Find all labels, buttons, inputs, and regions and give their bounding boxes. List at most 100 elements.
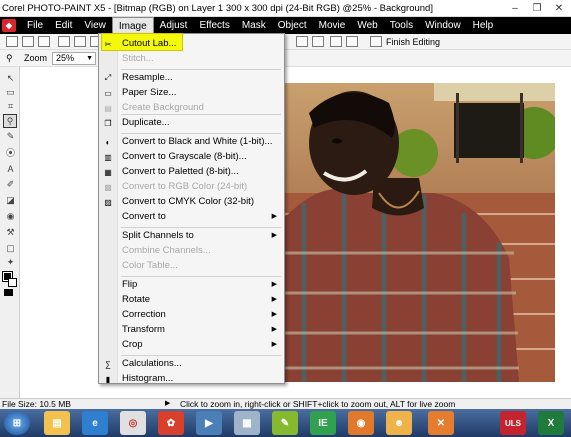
menu-item-resample[interactable]: ⤢ Resample... — [99, 71, 284, 85]
file-explorer-icon[interactable]: ▤ — [44, 411, 70, 435]
menu-edit[interactable]: Edit — [49, 17, 78, 34]
menu-separator — [121, 69, 281, 70]
fill-color-swatch[interactable] — [4, 289, 13, 296]
status-hint: Click to zoom in, right-click or SHIFT+c… — [180, 399, 456, 409]
new-icon[interactable] — [6, 36, 18, 47]
import-icon[interactable] — [330, 36, 342, 47]
close-button[interactable]: ✕ — [549, 1, 569, 15]
create-background-icon: ▤ — [104, 103, 112, 113]
rgb-icon: ▩ — [104, 182, 112, 192]
menu-item-label: Convert to CMYK Color (32-bit) — [122, 196, 254, 207]
rectangle-mask-icon[interactable]: ▭ — [5, 87, 16, 98]
menu-item-split-channels-to[interactable]: Split Channels to ▶ — [99, 229, 284, 243]
menu-view[interactable]: View — [78, 17, 112, 34]
menu-item-transform[interactable]: Transform ▶ — [99, 323, 284, 337]
toolbox: ↖ ▭ ⌗ ⚲ ✎ ⦿ A ✐ ◪ ◉ ⚒ ▢ ✦ — [0, 67, 20, 398]
menu-image[interactable]: Image — [111, 17, 154, 34]
menu-item-convert-to[interactable]: Convert to ▶ — [99, 210, 284, 224]
menu-tools[interactable]: Tools — [384, 17, 419, 34]
maximize-button[interactable]: ❐ — [527, 1, 547, 15]
menu-item-duplicate[interactable]: ❐ Duplicate... — [99, 116, 284, 130]
mask-icon[interactable] — [312, 36, 324, 47]
eyedropper-icon[interactable]: ✎ — [5, 131, 16, 142]
effect-tool-icon[interactable]: ◪ — [5, 195, 16, 206]
menu-item-combine-channels: Combine Channels... — [99, 244, 284, 258]
menu-item-paper-size[interactable]: ▭ Paper Size... — [99, 86, 284, 100]
save-icon[interactable] — [38, 36, 50, 47]
menu-web[interactable]: Web — [351, 17, 383, 34]
menu-item-label: Split Channels to — [122, 230, 194, 241]
ide-icon[interactable]: IE — [310, 411, 336, 435]
menu-mask[interactable]: Mask — [236, 17, 272, 34]
menu-item-color-table: Color Table... — [99, 259, 284, 273]
crop-tool-icon[interactable]: ⌗ — [5, 101, 16, 112]
paint-tool-icon[interactable]: ✐ — [5, 179, 16, 190]
canvas-photo[interactable] — [284, 83, 555, 382]
menu-item-correction[interactable]: Correction ▶ — [99, 308, 284, 322]
print-icon[interactable] — [74, 36, 86, 47]
zoom-tool-button[interactable]: ⚲ — [3, 114, 17, 128]
grayscale-icon: ▥ — [104, 152, 112, 162]
menu-file[interactable]: File — [21, 17, 49, 34]
internet-explorer-icon[interactable]: e — [82, 411, 108, 435]
brush-tool-icon[interactable]: ⚒ — [5, 227, 16, 238]
pick-tool-icon[interactable]: ↖ — [5, 73, 16, 84]
menu-item-convert-to-paletted-8-bit[interactable]: ▦ Convert to Paletted (8-bit)... — [99, 165, 284, 179]
user-app-icon[interactable]: ☻ — [386, 411, 412, 435]
submenu-arrow-icon: ▶ — [271, 311, 277, 318]
menu-item-convert-to-black-and-white-1-bit[interactable]: ◐ Convert to Black and White (1-bit)... — [99, 135, 284, 149]
menu-adjust[interactable]: Adjust — [154, 17, 194, 34]
menu-separator — [121, 114, 281, 115]
menu-help[interactable]: Help — [467, 17, 500, 34]
corel-logo-icon[interactable]: ◆ — [2, 19, 16, 32]
minimize-button[interactable]: – — [505, 1, 525, 15]
menu-item-convert-to-grayscale-8-bit[interactable]: ▥ Convert to Grayscale (8-bit)... — [99, 150, 284, 164]
menu-item-rotate[interactable]: Rotate ▶ — [99, 293, 284, 307]
menu-item-histogram[interactable]: ▮ Histogram... — [99, 372, 284, 386]
scan-icon[interactable] — [58, 36, 70, 47]
menu-item-label: Flip — [122, 279, 138, 290]
histogram-icon: ▮ — [105, 374, 111, 384]
menu-window[interactable]: Window — [419, 17, 467, 34]
menu-item-label: Resample... — [122, 72, 173, 83]
submenu-arrow-icon: ▶ — [271, 213, 277, 220]
status-arrow-icon[interactable]: ▶ — [165, 399, 170, 409]
menu-item-convert-to-cmyk-color-32-bit[interactable]: ▨ Convert to CMYK Color (32-bit) — [99, 195, 284, 209]
zoom-select[interactable]: 25% ▼ — [52, 52, 96, 65]
menu-movie[interactable]: Movie — [313, 17, 352, 34]
background-color-swatch[interactable] — [8, 278, 17, 287]
open-icon[interactable] — [22, 36, 34, 47]
excel-icon[interactable]: X — [538, 411, 564, 435]
finish-editing-label[interactable]: Finish Editing — [386, 35, 440, 49]
standard-toolbar: Finish Editing — [0, 34, 571, 50]
notepad-plus-icon[interactable]: ✎ — [272, 411, 298, 435]
clone-tool-icon[interactable]: ▢ — [5, 243, 16, 254]
firefox-icon[interactable]: ◉ — [348, 411, 374, 435]
menu-item-flip[interactable]: Flip ▶ — [99, 278, 284, 292]
object-tool-icon[interactable]: ✦ — [5, 257, 16, 268]
start-orb-icon[interactable]: ⊞ — [4, 411, 30, 435]
menu-item-calculations[interactable]: ∑ Calculations... — [99, 357, 284, 371]
menu-separator — [121, 133, 281, 134]
menu-object[interactable]: Object — [272, 17, 313, 34]
application-launcher-icon[interactable] — [346, 36, 358, 47]
chrome-icon[interactable]: ◎ — [120, 411, 146, 435]
uls-app-icon[interactable]: ULS — [500, 411, 526, 435]
xampp-icon[interactable]: ✕ — [428, 411, 454, 435]
finish-editing-icon[interactable] — [370, 36, 382, 47]
menu-effects[interactable]: Effects — [193, 17, 235, 34]
media-player-icon[interactable]: ▶ — [196, 411, 222, 435]
title-bar: Corel PHOTO-PAINT X5 - [Bitmap (RGB) on … — [0, 0, 571, 17]
corel-photo-paint-icon[interactable]: ✿ — [158, 411, 184, 435]
menu-item-create-background: ▤ Create Background — [99, 101, 284, 115]
windows-taskbar: ⊞ ▤ e ◎ ✿ ▶ ▦ ✎ IE ◉ ☻ ✕ ULS X — [0, 409, 571, 437]
menu-item-crop[interactable]: Crop ▶ — [99, 338, 284, 352]
menu-item-cutout-lab[interactable]: ✂ Cutout Lab... — [99, 37, 284, 51]
menu-item-label: Color Table... — [122, 260, 178, 271]
menu-separator — [121, 227, 281, 228]
red-eye-tool-icon[interactable]: ⦿ — [5, 147, 16, 158]
corel-capture-icon[interactable]: ▦ — [234, 411, 260, 435]
text-tool-icon[interactable]: A — [5, 163, 16, 174]
fill-tool-icon[interactable]: ◉ — [5, 211, 16, 222]
paste-icon[interactable] — [296, 36, 308, 47]
